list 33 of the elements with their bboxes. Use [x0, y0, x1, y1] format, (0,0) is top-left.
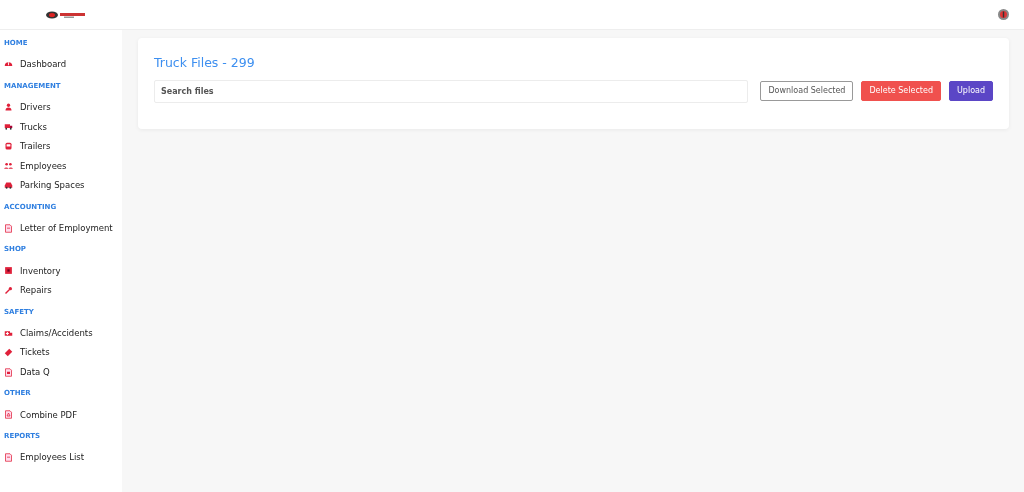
document-icon: [4, 367, 13, 377]
sidebar-item[interactable]: Dashboard: [0, 55, 122, 75]
document-icon: [4, 453, 13, 462]
document-icon: [4, 223, 13, 233]
bus-icon: [4, 142, 13, 152]
car-icon: [4, 181, 13, 191]
logo-icon: [46, 10, 86, 19]
sidebar-item[interactable]: Employees: [0, 156, 122, 176]
sidebar-item[interactable]: Employees List: [0, 447, 122, 468]
download-button[interactable]: Download Selected: [760, 81, 854, 102]
delete-button[interactable]: Delete Selected: [861, 81, 941, 102]
sidebar-item[interactable]: Trucks: [0, 117, 122, 137]
sidebar-item[interactable]: Drivers: [0, 97, 122, 118]
sidebar-item[interactable]: Combine PDF: [0, 405, 122, 425]
sidebar-item[interactable]: Repairs: [0, 280, 122, 301]
sidebar-item[interactable]: Data Q: [0, 362, 122, 383]
sidebar-item[interactable]: Letter of Employment: [0, 218, 122, 239]
sidebar-item[interactable]: Trailers: [0, 136, 122, 157]
ticket-icon: [4, 348, 13, 358]
upload-button[interactable]: Upload: [948, 81, 993, 102]
sidebar-item[interactable]: Claims/Accidents: [0, 323, 122, 343]
search-field[interactable]: Search files: [154, 79, 749, 103]
ambulance-icon: [4, 328, 13, 338]
people-icon: [4, 161, 13, 171]
sidebar-item[interactable]: Tickets: [0, 342, 122, 363]
person-icon: [4, 102, 13, 112]
avatar[interactable]: [998, 9, 1009, 20]
wrench-icon: [4, 286, 13, 296]
page-title: Truck Files - 299: [154, 54, 256, 72]
sidebar-item[interactable]: Inventory: [0, 261, 122, 281]
truck-icon: [4, 122, 13, 132]
sidebar-item[interactable]: Parking Spaces: [0, 175, 122, 196]
box-icon: [4, 266, 13, 276]
